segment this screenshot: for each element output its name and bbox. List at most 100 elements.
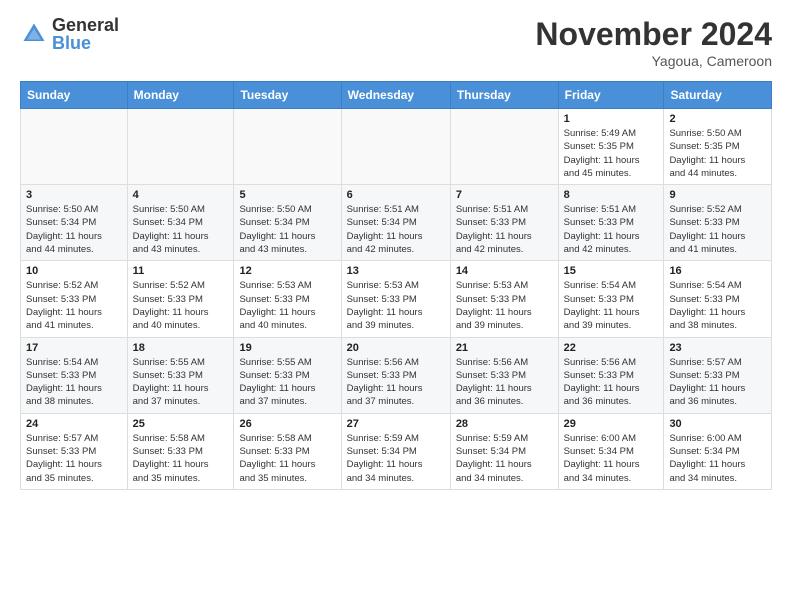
day-info: Sunrise: 5:49 AM Sunset: 5:35 PM Dayligh… — [564, 127, 659, 180]
day-info: Sunrise: 5:54 AM Sunset: 5:33 PM Dayligh… — [26, 356, 122, 409]
calendar-cell — [341, 109, 450, 185]
weekday-header: Wednesday — [341, 82, 450, 109]
calendar-cell: 1Sunrise: 5:49 AM Sunset: 5:35 PM Daylig… — [558, 109, 664, 185]
calendar: SundayMondayTuesdayWednesdayThursdayFrid… — [20, 81, 772, 490]
day-info: Sunrise: 5:59 AM Sunset: 5:34 PM Dayligh… — [456, 432, 553, 485]
day-info: Sunrise: 5:57 AM Sunset: 5:33 PM Dayligh… — [669, 356, 766, 409]
day-number: 30 — [669, 418, 766, 430]
day-number: 19 — [239, 342, 335, 354]
day-number: 18 — [133, 342, 229, 354]
calendar-cell: 17 Sunrise: 5:54 AM Sunset: 5:33 PM Dayli… — [21, 337, 128, 413]
weekday-header: Tuesday — [234, 82, 341, 109]
weekday-header-row: SundayMondayTuesdayWednesdayThursdayFrid… — [21, 82, 772, 109]
calendar-cell: 6 Sunrise: 5:51 AM Sunset: 5:34 PM Daylig… — [341, 185, 450, 261]
calendar-cell: 14 Sunrise: 5:53 AM Sunset: 5:33 PM Dayli… — [450, 261, 558, 337]
logo-general: General — [52, 16, 119, 34]
day-info: Sunrise: 5:57 AM Sunset: 5:33 PM Dayligh… — [26, 432, 122, 485]
day-number: 3 — [26, 189, 122, 201]
day-info: Sunrise: 5:56 AM Sunset: 5:33 PM Dayligh… — [456, 356, 553, 409]
day-number: 2 — [669, 113, 766, 125]
day-number: 16 — [669, 265, 766, 277]
logo-blue: Blue — [52, 34, 119, 52]
day-number: 17 — [26, 342, 122, 354]
calendar-cell: 18 Sunrise: 5:55 AM Sunset: 5:33 PM Dayli… — [127, 337, 234, 413]
day-info: Sunrise: 5:50 AM Sunset: 5:35 PM Dayligh… — [669, 127, 766, 180]
day-info: Sunrise: 5:51 AM Sunset: 5:34 PM Dayligh… — [347, 203, 445, 256]
day-info: Sunrise: 5:53 AM Sunset: 5:33 PM Dayligh… — [347, 279, 445, 332]
calendar-cell: 30 Sunrise: 6:00 AM Sunset: 5:34 PM Dayli… — [664, 413, 772, 489]
day-info: Sunrise: 5:52 AM Sunset: 5:33 PM Dayligh… — [669, 203, 766, 256]
day-info: Sunrise: 5:50 AM Sunset: 5:34 PM Dayligh… — [26, 203, 122, 256]
calendar-cell: 29 Sunrise: 6:00 AM Sunset: 5:34 PM Dayli… — [558, 413, 664, 489]
day-info: Sunrise: 5:58 AM Sunset: 5:33 PM Dayligh… — [239, 432, 335, 485]
day-info: Sunrise: 5:59 AM Sunset: 5:34 PM Dayligh… — [347, 432, 445, 485]
calendar-cell: 23Sunrise: 5:57 AM Sunset: 5:33 PM Dayli… — [664, 337, 772, 413]
day-number: 29 — [564, 418, 659, 430]
calendar-cell: 26Sunrise: 5:58 AM Sunset: 5:33 PM Dayli… — [234, 413, 341, 489]
calendar-cell: 11Sunrise: 5:52 AM Sunset: 5:33 PM Dayli… — [127, 261, 234, 337]
day-number: 5 — [239, 189, 335, 201]
logo-icon — [20, 20, 48, 48]
calendar-cell: 21 Sunrise: 5:56 AM Sunset: 5:33 PM Dayli… — [450, 337, 558, 413]
day-number: 20 — [347, 342, 445, 354]
weekday-header: Monday — [127, 82, 234, 109]
calendar-cell: 7Sunrise: 5:51 AM Sunset: 5:33 PM Daylig… — [450, 185, 558, 261]
day-number: 6 — [347, 189, 445, 201]
calendar-cell — [21, 109, 128, 185]
calendar-cell: 13 Sunrise: 5:53 AM Sunset: 5:33 PM Dayli… — [341, 261, 450, 337]
day-number: 14 — [456, 265, 553, 277]
calendar-cell: 10Sunrise: 5:52 AM Sunset: 5:33 PM Dayli… — [21, 261, 128, 337]
calendar-cell — [450, 109, 558, 185]
day-info: Sunrise: 5:55 AM Sunset: 5:33 PM Dayligh… — [239, 356, 335, 409]
day-info: Sunrise: 5:50 AM Sunset: 5:34 PM Dayligh… — [133, 203, 229, 256]
location-title: Yagoua, Cameroon — [535, 53, 772, 69]
day-info: Sunrise: 5:53 AM Sunset: 5:33 PM Dayligh… — [456, 279, 553, 332]
weekday-header: Thursday — [450, 82, 558, 109]
day-info: Sunrise: 6:00 AM Sunset: 5:34 PM Dayligh… — [564, 432, 659, 485]
day-number: 21 — [456, 342, 553, 354]
calendar-cell: 8Sunrise: 5:51 AM Sunset: 5:33 PM Daylig… — [558, 185, 664, 261]
day-number: 9 — [669, 189, 766, 201]
calendar-cell: 2 Sunrise: 5:50 AM Sunset: 5:35 PM Daylig… — [664, 109, 772, 185]
calendar-week-row: 10Sunrise: 5:52 AM Sunset: 5:33 PM Dayli… — [21, 261, 772, 337]
day-info: Sunrise: 5:58 AM Sunset: 5:33 PM Dayligh… — [133, 432, 229, 485]
day-info: Sunrise: 5:54 AM Sunset: 5:33 PM Dayligh… — [564, 279, 659, 332]
day-number: 12 — [239, 265, 335, 277]
calendar-cell: 27 Sunrise: 5:59 AM Sunset: 5:34 PM Dayli… — [341, 413, 450, 489]
calendar-cell: 16 Sunrise: 5:54 AM Sunset: 5:33 PM Dayli… — [664, 261, 772, 337]
calendar-cell: 3 Sunrise: 5:50 AM Sunset: 5:34 PM Daylig… — [21, 185, 128, 261]
day-info: Sunrise: 6:00 AM Sunset: 5:34 PM Dayligh… — [669, 432, 766, 485]
calendar-cell — [127, 109, 234, 185]
calendar-week-row: 17 Sunrise: 5:54 AM Sunset: 5:33 PM Dayli… — [21, 337, 772, 413]
day-number: 25 — [133, 418, 229, 430]
day-number: 13 — [347, 265, 445, 277]
calendar-cell: 28 Sunrise: 5:59 AM Sunset: 5:34 PM Dayli… — [450, 413, 558, 489]
calendar-cell: 22Sunrise: 5:56 AM Sunset: 5:33 PM Dayli… — [558, 337, 664, 413]
day-info: Sunrise: 5:55 AM Sunset: 5:33 PM Dayligh… — [133, 356, 229, 409]
day-number: 28 — [456, 418, 553, 430]
calendar-cell: 15Sunrise: 5:54 AM Sunset: 5:33 PM Dayli… — [558, 261, 664, 337]
month-title: November 2024 — [535, 16, 772, 53]
day-info: Sunrise: 5:51 AM Sunset: 5:33 PM Dayligh… — [564, 203, 659, 256]
weekday-header: Saturday — [664, 82, 772, 109]
day-number: 27 — [347, 418, 445, 430]
header: General Blue November 2024 Yagoua, Camer… — [20, 16, 772, 69]
day-number: 11 — [133, 265, 229, 277]
day-info: Sunrise: 5:53 AM Sunset: 5:33 PM Dayligh… — [239, 279, 335, 332]
logo-text: General Blue — [52, 16, 119, 52]
day-number: 7 — [456, 189, 553, 201]
day-info: Sunrise: 5:54 AM Sunset: 5:33 PM Dayligh… — [669, 279, 766, 332]
weekday-header: Friday — [558, 82, 664, 109]
logo: General Blue — [20, 16, 119, 52]
calendar-cell — [234, 109, 341, 185]
calendar-cell: 9 Sunrise: 5:52 AM Sunset: 5:33 PM Daylig… — [664, 185, 772, 261]
calendar-cell: 24Sunrise: 5:57 AM Sunset: 5:33 PM Dayli… — [21, 413, 128, 489]
calendar-cell: 25 Sunrise: 5:58 AM Sunset: 5:33 PM Dayli… — [127, 413, 234, 489]
day-info: Sunrise: 5:50 AM Sunset: 5:34 PM Dayligh… — [239, 203, 335, 256]
day-number: 4 — [133, 189, 229, 201]
day-number: 22 — [564, 342, 659, 354]
title-block: November 2024 Yagoua, Cameroon — [535, 16, 772, 69]
calendar-cell: 19 Sunrise: 5:55 AM Sunset: 5:33 PM Dayli… — [234, 337, 341, 413]
calendar-week-row: 3 Sunrise: 5:50 AM Sunset: 5:34 PM Daylig… — [21, 185, 772, 261]
day-number: 10 — [26, 265, 122, 277]
